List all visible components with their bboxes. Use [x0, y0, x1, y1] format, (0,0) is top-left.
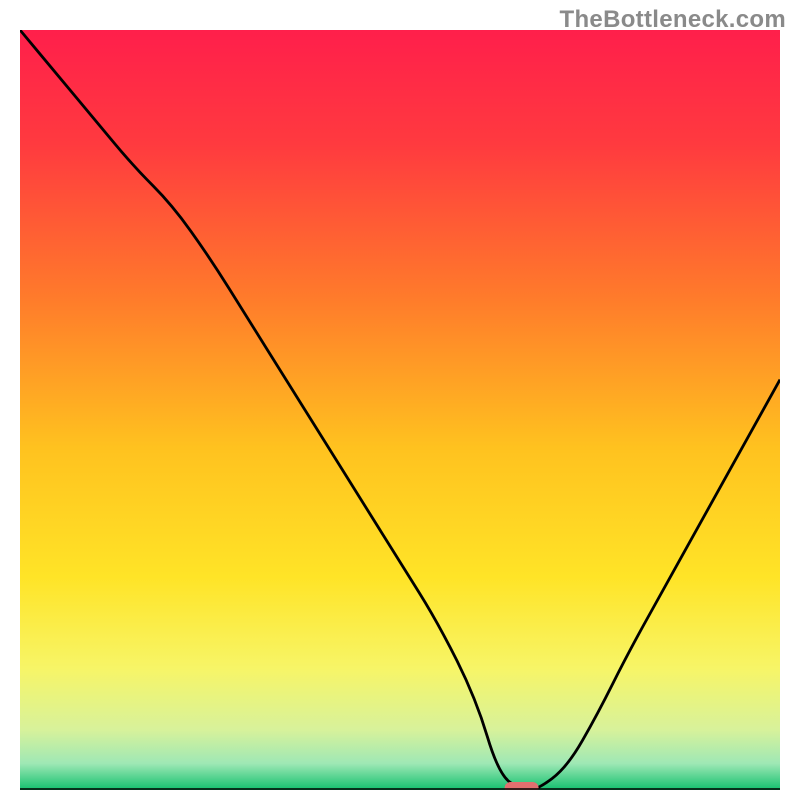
chart-area	[20, 30, 780, 790]
chart-svg	[20, 30, 780, 790]
watermark-text: TheBottleneck.com	[560, 6, 786, 34]
chart-background	[20, 30, 780, 790]
